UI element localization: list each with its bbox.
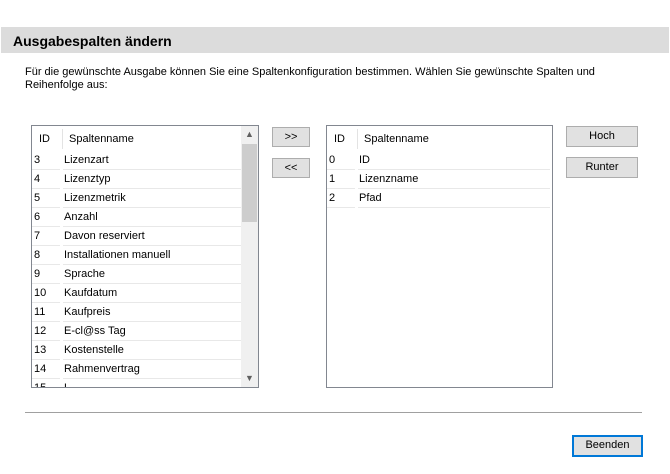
available-columns-list[interactable]: ID Spaltenname 3 Lizenzart 4 Lizenztyp 5 Lize… — [31, 125, 259, 388]
move-up-button[interactable]: Hoch — [566, 126, 638, 147]
available-rows: 3 Lizenzart 4 Lizenztyp 5 Lizenzmetrik 6 Anzahl… — [32, 151, 258, 388]
column-header-id[interactable]: ID — [39, 133, 50, 145]
list-item-id: 4 — [34, 173, 41, 185]
list-item[interactable]: 4 Lizenztyp — [32, 170, 258, 189]
list-item-name: Lizenzname — [359, 173, 419, 185]
list-item-name: L... — [64, 382, 80, 388]
vertical-scrollbar[interactable]: ▲ ▼ — [241, 126, 258, 387]
list-item-name: E-cl@ss Tag — [64, 325, 126, 337]
list-item-id: 12 — [34, 325, 47, 337]
description-text: Für die gewünschte Ausgabe können Sie ei… — [25, 66, 595, 91]
column-separator[interactable] — [62, 129, 63, 149]
row-divider — [327, 207, 355, 208]
list-item[interactable]: 3 Lizenzart — [32, 151, 258, 170]
list-item-name: Pfad — [359, 192, 382, 204]
list-item-id: 6 — [34, 211, 41, 223]
list-header: ID Spaltenname — [32, 126, 258, 150]
list-item-id: 0 — [329, 154, 336, 166]
window-top-area — [0, 0, 670, 26]
list-item-name: Lizenztyp — [64, 173, 111, 185]
list-item-name: Davon reserviert — [64, 230, 145, 242]
list-item[interactable]: 6 Anzahl — [32, 208, 258, 227]
list-item-name: Lizenzart — [64, 154, 109, 166]
list-item[interactable]: 7 Davon reserviert — [32, 227, 258, 246]
list-item[interactable]: 5 Lizenzmetrik — [32, 189, 258, 208]
list-item-id: 3 — [34, 154, 41, 166]
list-item-id: 10 — [34, 287, 47, 299]
list-item-name: Sprache — [64, 268, 105, 280]
list-item-name: Rahmenvertrag — [64, 363, 140, 375]
list-item-name: Kostenstelle — [64, 344, 124, 356]
list-item-id: 7 — [34, 230, 41, 242]
add-column-button[interactable]: >> — [272, 127, 310, 147]
list-item[interactable]: 0 ID — [327, 151, 552, 170]
page-header: Ausgabespalten ändern — [1, 27, 669, 53]
list-item-id: 11 — [34, 306, 46, 318]
list-item[interactable]: 14 Rahmenvertrag — [32, 360, 258, 379]
list-item-id: 13 — [34, 344, 47, 356]
remove-column-button[interactable]: << — [272, 158, 310, 178]
scroll-thumb[interactable] — [242, 144, 257, 222]
selected-columns-list[interactable]: ID Spaltenname 0 ID 1 Lizenzname 2 Pfad — [326, 125, 553, 388]
row-divider — [358, 207, 550, 208]
list-item[interactable]: 9 Sprache — [32, 265, 258, 284]
list-item-name: Kaufdatum — [64, 287, 118, 299]
list-header: ID Spaltenname — [327, 126, 552, 150]
list-item[interactable]: 2 Pfad — [327, 189, 552, 208]
list-item-id: 2 — [329, 192, 336, 204]
list-item[interactable]: 15 L... — [32, 379, 258, 388]
list-item-id: 8 — [34, 249, 41, 261]
list-item-id: 1 — [329, 173, 336, 185]
list-item-name: ID — [359, 154, 370, 166]
list-item-name: Anzahl — [64, 211, 98, 223]
list-item[interactable]: 12 E-cl@ss Tag — [32, 322, 258, 341]
list-item[interactable]: 10 Kaufdatum — [32, 284, 258, 303]
page-title: Ausgabespalten ändern — [13, 33, 172, 49]
list-item-id: 9 — [34, 268, 41, 280]
column-separator[interactable] — [357, 129, 358, 149]
column-header-name[interactable]: Spaltenname — [364, 133, 429, 145]
list-item[interactable]: 11 Kaufpreis — [32, 303, 258, 322]
list-item-id: 15 — [34, 382, 47, 388]
column-header-id[interactable]: ID — [334, 133, 345, 145]
list-item[interactable]: 1 Lizenzname — [327, 170, 552, 189]
list-item[interactable]: 8 Installationen manuell — [32, 246, 258, 265]
list-item-name: Lizenzmetrik — [64, 192, 126, 204]
finish-button[interactable]: Beenden — [572, 435, 643, 457]
list-item-id: 14 — [34, 363, 47, 375]
chevron-down-icon[interactable]: ▼ — [241, 370, 258, 387]
selected-rows: 0 ID 1 Lizenzname 2 Pfad — [327, 151, 552, 208]
move-down-button[interactable]: Runter — [566, 157, 638, 178]
divider — [25, 412, 642, 413]
chevron-up-icon[interactable]: ▲ — [241, 126, 258, 143]
list-item-name: Installationen manuell — [64, 249, 171, 261]
column-header-name[interactable]: Spaltenname — [69, 133, 134, 145]
list-item[interactable]: 13 Kostenstelle — [32, 341, 258, 360]
list-item-name: Kaufpreis — [64, 306, 111, 318]
list-item-id: 5 — [34, 192, 41, 204]
